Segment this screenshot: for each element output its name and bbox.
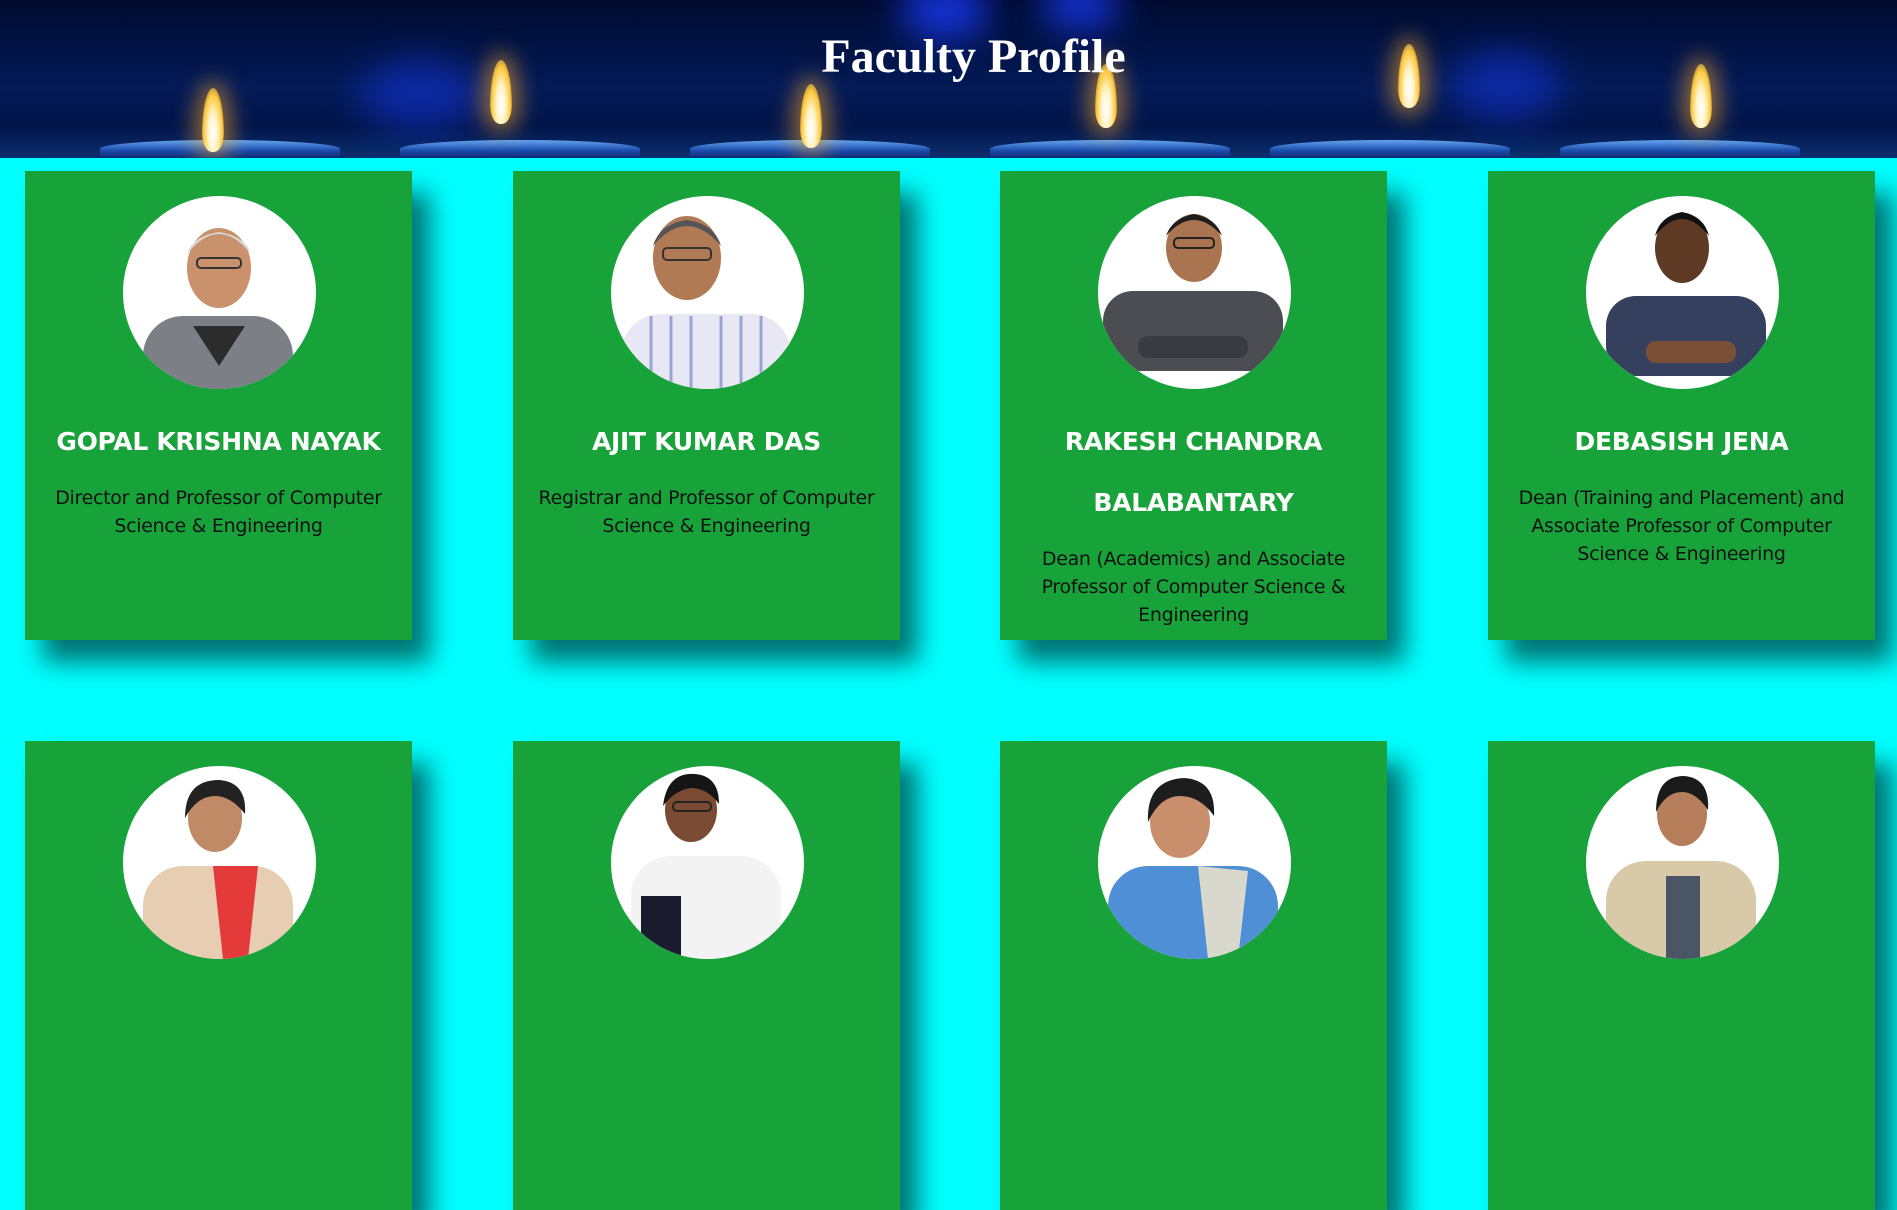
faculty-photo (123, 196, 316, 389)
header-banner: Faculty Profile (0, 0, 1897, 158)
faculty-name: DEBASISH JENA (1574, 427, 1789, 456)
faculty-photo (1586, 766, 1779, 959)
faculty-photo (1098, 766, 1291, 959)
faculty-card[interactable] (25, 741, 412, 1210)
faculty-card[interactable]: GOPAL KRISHNA NAYAK Director and Profess… (25, 171, 412, 640)
faculty-photo (611, 196, 804, 389)
faculty-card[interactable]: DEBASISH JENA Dean (Training and Placeme… (1488, 171, 1875, 640)
faculty-card[interactable] (513, 741, 900, 1210)
faculty-photo (611, 766, 804, 959)
faculty-card[interactable] (1488, 741, 1875, 1210)
faculty-role: Registrar and Professor of Computer Scie… (538, 487, 875, 537)
faculty-photo (1098, 196, 1291, 389)
page-title: Faculty Profile (821, 30, 1126, 83)
faculty-name: AJIT KUMAR DAS (591, 427, 822, 456)
faculty-photo (1586, 196, 1779, 389)
faculty-card[interactable]: RAKESH CHANDRA BALABANTARY Dean (Academi… (1000, 171, 1387, 640)
faculty-card[interactable] (1000, 741, 1387, 1210)
faculty-card[interactable]: AJIT KUMAR DAS Registrar and Professor o… (513, 171, 900, 640)
faculty-role: Dean (Training and Placement) and Associ… (1518, 487, 1845, 565)
faculty-name: RAKESH CHANDRA BALABANTARY (1064, 427, 1323, 517)
faculty-photo (123, 766, 316, 959)
faculty-name: GOPAL KRISHNA NAYAK (56, 427, 381, 456)
faculty-role: Dean (Academics) and Associate Professor… (1041, 548, 1346, 626)
faculty-role: Director and Professor of Computer Scien… (55, 487, 382, 537)
